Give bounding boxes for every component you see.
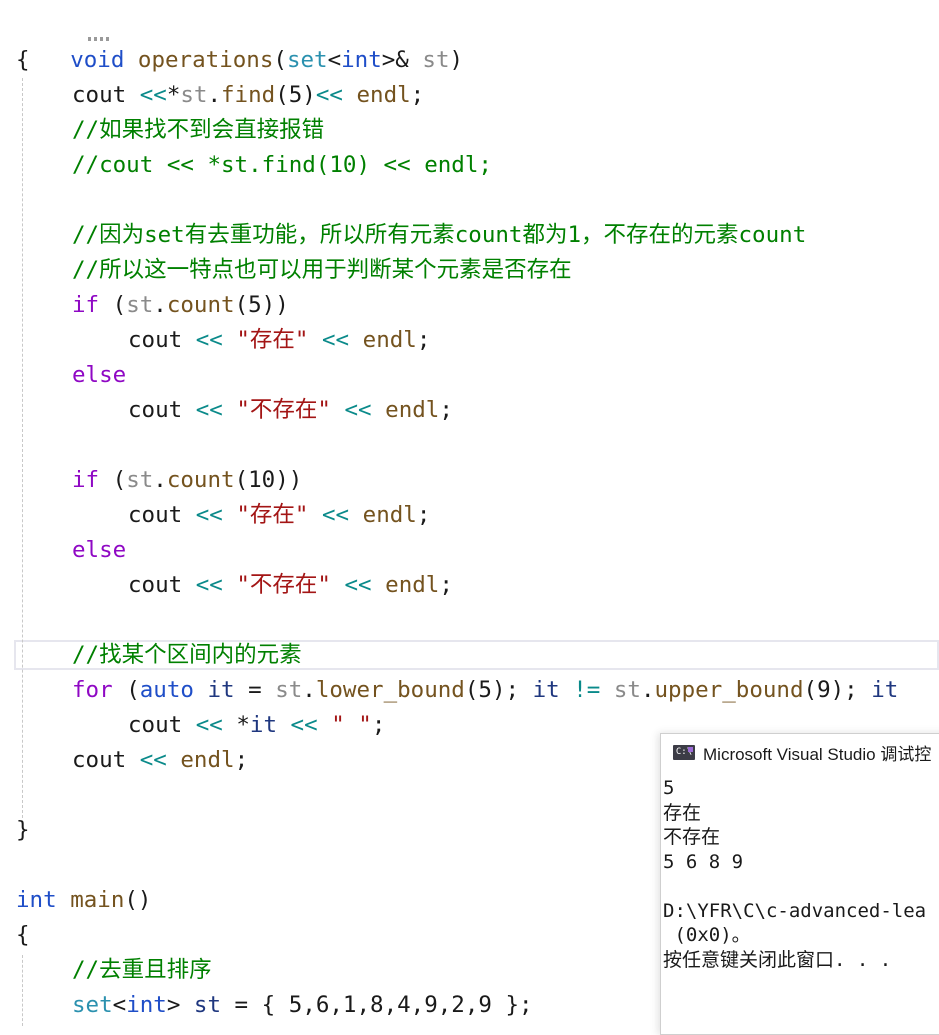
indent-guide bbox=[22, 955, 23, 1026]
console-line: D:\YFR\C\c-advanced-lea bbox=[663, 899, 927, 922]
code-line-9: if (st.count(5)) bbox=[72, 292, 289, 318]
indent-guide bbox=[22, 78, 23, 818]
code-line-12: cout << "不存在" << endl; bbox=[128, 397, 453, 423]
console-line: 存在 bbox=[663, 801, 702, 824]
code-line-28: //去重且排序 bbox=[72, 957, 212, 983]
code-line-22: cout << endl; bbox=[72, 747, 249, 773]
code-line-5: //cout << *st.find(10) << endl; bbox=[72, 152, 492, 178]
console-line: 5 bbox=[663, 777, 675, 799]
code-line-8: //所以这一特点也可以用于判断某个元素是否存在 bbox=[72, 257, 572, 283]
code-line-15: cout << "存在" << endl; bbox=[128, 502, 431, 528]
code-line-16: else bbox=[72, 537, 127, 563]
console-output: 5 存在 不存在 5 6 8 9 D:\YFR\C\c-advanced-lea… bbox=[661, 770, 939, 972]
console-line: (0x0)。 bbox=[663, 924, 751, 946]
code-line-20: for (auto it = st.lower_bound(5); it != … bbox=[72, 677, 899, 703]
code-line-4: //如果找不到会直接报错 bbox=[72, 117, 325, 143]
code-line-10: cout << "存在" << endl; bbox=[128, 327, 431, 353]
code-line-24: } bbox=[16, 817, 30, 843]
console-app-icon: C:\ bbox=[673, 744, 695, 760]
code-line-7: //因为set有去重功能，所以所有元素count都为1，不存在的元素count bbox=[72, 222, 807, 248]
code-line-14: if (st.count(10)) bbox=[72, 467, 303, 493]
code-line-1: void operations(set<int>& st) bbox=[70, 47, 464, 73]
code-line-3: cout <<*st.find(5)<< endl; bbox=[72, 82, 425, 108]
code-line-2: { bbox=[16, 47, 30, 73]
console-line: 5 6 8 9 bbox=[663, 850, 744, 873]
code-line-21: cout << *it << " "; bbox=[128, 712, 386, 738]
console-line: 按任意键关闭此窗口. . . bbox=[663, 948, 892, 971]
code-line-26: int main() bbox=[16, 887, 152, 913]
code-line-11: else bbox=[72, 362, 127, 388]
console-title: Microsoft Visual Studio 调试控 bbox=[703, 744, 932, 764]
code-line-27: { bbox=[16, 922, 30, 948]
code-line-17: cout << "不存在" << endl; bbox=[128, 572, 453, 598]
console-line: 不存在 bbox=[663, 826, 721, 848]
debug-console-window[interactable]: C:\ Microsoft Visual Studio 调试控 5 存在 不存在… bbox=[660, 733, 939, 1035]
code-line-29: set<int> st = { 5,6,1,8,4,9,2,9 }; bbox=[72, 992, 533, 1018]
code-line-19: //找某个区间内的元素 bbox=[72, 642, 302, 668]
console-titlebar[interactable]: C:\ Microsoft Visual Studio 调试控 bbox=[661, 734, 939, 770]
